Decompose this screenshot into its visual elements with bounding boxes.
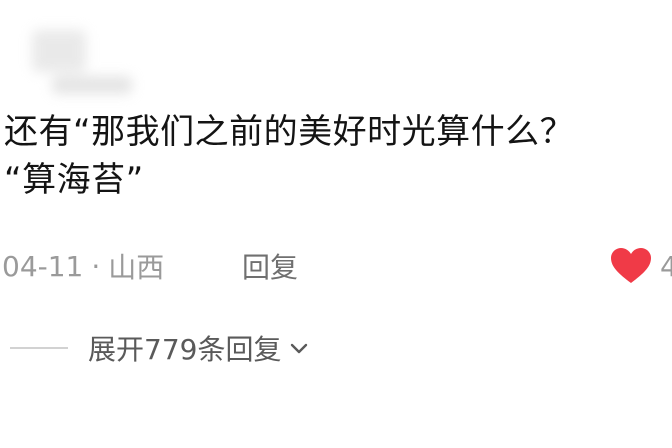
blurred-username [22,26,142,98]
avatar-blur [32,30,86,72]
username-blur [52,76,132,94]
reply-button[interactable]: 回复 [242,244,298,288]
like-button[interactable]: 4 [610,244,672,288]
comment-location: 山西 [108,251,165,284]
comment-text: 还有“那我们之前的美好时光算什么？ “算海苔” [4,112,575,200]
comment-item: 还有“那我们之前的美好时光算什么？ “算海苔” 04-11 · 山西 回复 4 … [0,0,672,448]
heart-icon [610,247,652,285]
reply-label: 回复 [242,251,299,284]
comment-meta: 04-11 · 山西 [2,244,164,288]
expand-replies-button[interactable]: 展开779条回复 [10,326,311,370]
comment-date: 04-11 [2,249,84,283]
divider-line [10,347,68,349]
meta-separator: · [91,249,101,283]
chevron-down-icon [287,336,311,360]
like-count: 4 [660,249,672,283]
expand-replies-label: 展开779条回复 [88,333,282,366]
